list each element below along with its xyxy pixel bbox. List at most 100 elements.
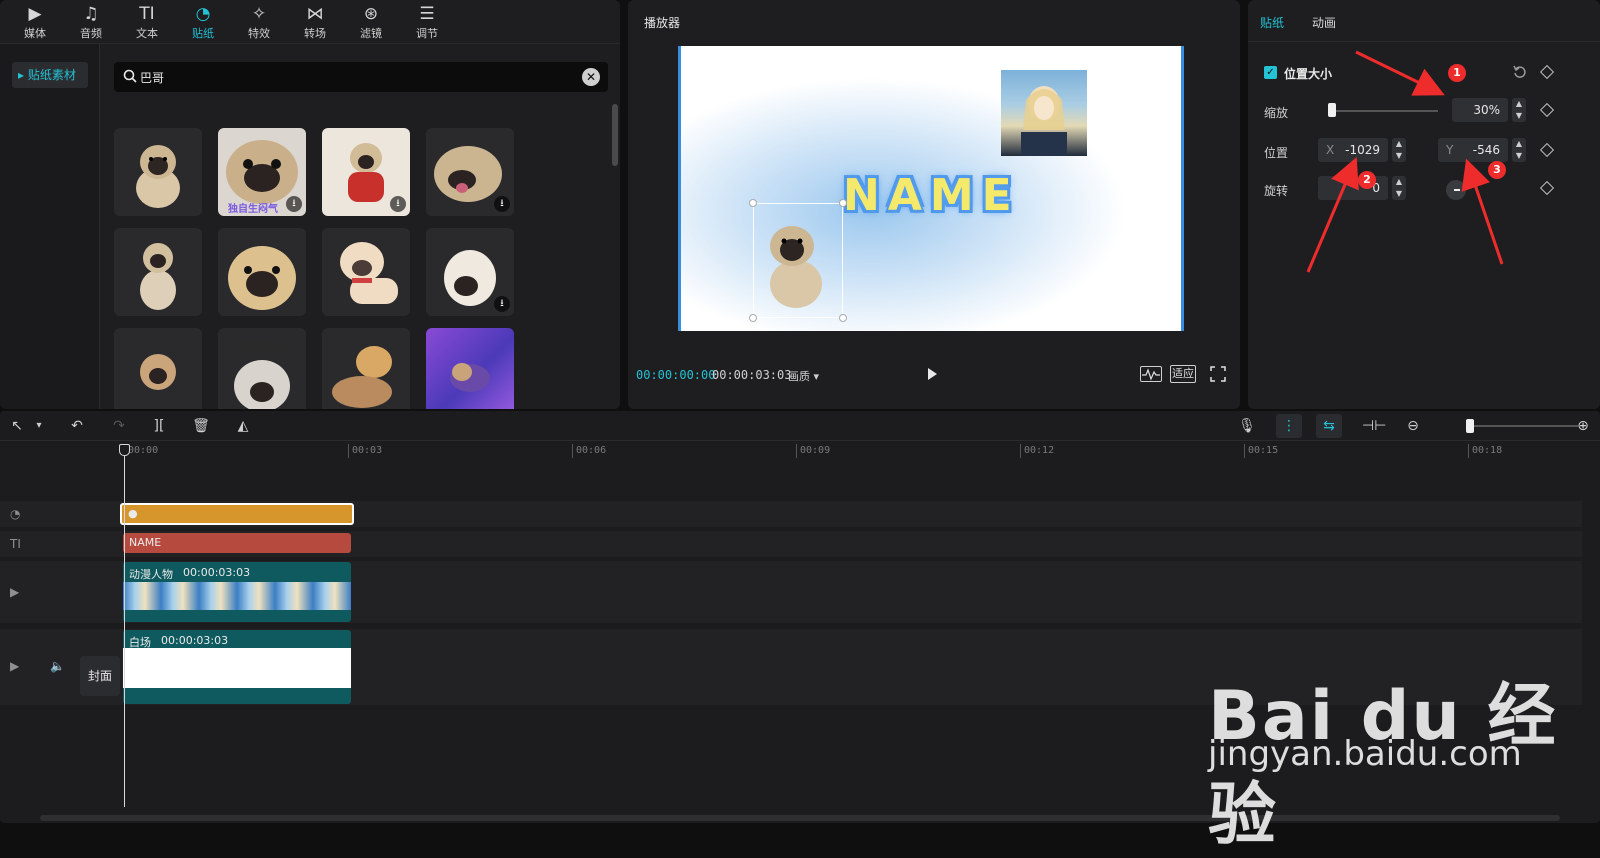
download-icon[interactable]: ⭳ — [494, 296, 510, 312]
filter-icon: ⊛ — [363, 4, 379, 24]
pug-sticker-image — [340, 242, 398, 304]
quality-dropdown[interactable]: 画质 ▾ — [788, 368, 819, 384]
sticker-tile[interactable] — [114, 128, 202, 216]
link-icon: ⇆ — [1323, 418, 1335, 434]
sticker-tile[interactable] — [322, 328, 410, 409]
cover-button[interactable]: 封面 — [80, 656, 120, 696]
ruler-tick: 00:03 — [348, 444, 382, 458]
resize-handle[interactable] — [839, 199, 847, 207]
tab-sticker[interactable]: ◔ 贴纸 — [178, 3, 228, 43]
resize-handle[interactable] — [749, 199, 757, 207]
mirror-icon[interactable]: ◭ — [234, 417, 252, 435]
tab-filter[interactable]: ⊛ 滤镜 — [346, 3, 396, 43]
tab-adjust[interactable]: ☰ 调节 — [402, 3, 452, 43]
sticker-tile[interactable]: ⭳ — [426, 228, 514, 316]
sticker-tile[interactable] — [426, 328, 514, 409]
download-icon[interactable]: ⭳ — [390, 196, 406, 212]
delete-icon[interactable]: 🗑 — [192, 417, 210, 435]
audio-icon: ♫ — [83, 4, 99, 24]
time-ruler[interactable]: 00:00 00:03 00:06 00:09 00:12 00:15 00:1… — [0, 442, 1600, 460]
sticker-clip[interactable]: ● — [120, 503, 354, 525]
search-bar[interactable]: 巴哥 ✕ — [114, 62, 608, 92]
player-title: 播放器 — [644, 16, 681, 30]
zoom-slider[interactable] — [1468, 425, 1578, 427]
sticker-tile[interactable] — [114, 328, 202, 409]
library-panel: ▶ 媒体 ♫ 音频 TI 文本 ◔ 贴纸 ✧ 特效 ⋈ 转场 ⊛ 滤镜 ☰ 调节 ▸ 贴纸素材 … — [0, 0, 620, 409]
sticker-caption: 独自生闷气 — [228, 204, 278, 215]
tab-media[interactable]: ▶ 媒体 — [10, 3, 60, 43]
baidu-watermark-url: jingyan.baidu.com — [1208, 734, 1522, 774]
download-icon[interactable]: ⭳ — [286, 196, 302, 212]
search-input[interactable]: 巴哥 — [140, 69, 164, 86]
annotation-badge: 2 — [1358, 171, 1376, 189]
pug-sticker-image — [136, 145, 180, 208]
video-track-icon: ▶ — [10, 585, 20, 599]
bg-clip-duration: 00:00:03:03 — [161, 634, 229, 647]
sticker-tile[interactable]: ⭳ — [322, 128, 410, 216]
download-icon[interactable]: ⭳ — [494, 196, 510, 212]
waveform-glyph — [1142, 368, 1160, 381]
bg-clip-thumbnail — [123, 648, 351, 688]
resize-handle[interactable] — [749, 314, 757, 322]
pug-sticker-image — [450, 363, 490, 392]
canvas-name-text[interactable]: NAME — [843, 170, 1020, 221]
sidebar-item-sticker-material[interactable]: ▸ 贴纸素材 — [12, 62, 88, 88]
select-tool-icon[interactable]: ↖ — [8, 417, 26, 435]
properties-panel: 贴纸 动画 ✓ 位置大小 缩放 30% ▲ ▼ 位置 X -1029 ▲ ▼ Y -54… — [1248, 0, 1600, 409]
media-icon: ▶ — [28, 4, 42, 24]
fit-button[interactable]: 适应 — [1170, 365, 1196, 383]
resize-handle[interactable] — [839, 314, 847, 322]
category-bar: ▶ 媒体 ♫ 音频 TI 文本 ◔ 贴纸 ✧ 特效 ⋈ 转场 ⊛ 滤镜 ☰ 调节 — [0, 0, 620, 44]
total-timecode: 00:00:03:03 — [712, 368, 792, 382]
video-clip[interactable]: 动漫人物 00:00:03:03 — [123, 562, 351, 622]
selected-sticker[interactable] — [749, 199, 847, 322]
text-clip[interactable]: NAME — [123, 533, 351, 553]
tab-effects[interactable]: ✧ 特效 — [234, 3, 284, 43]
pug-sticker-image — [770, 226, 822, 308]
play-icon[interactable] — [924, 366, 940, 382]
zoom-slider-knob[interactable] — [1466, 419, 1474, 433]
link-toggle[interactable]: ⇆ — [1316, 414, 1342, 438]
text-track-icon: TI — [10, 537, 21, 551]
preview-axis-icon[interactable]: ⊣⊢ — [1362, 417, 1386, 435]
zoom-in-icon[interactable]: ⊕ — [1574, 417, 1592, 435]
bg-clip[interactable]: 白场 00:00:03:03 — [123, 630, 351, 704]
anime-character-image[interactable] — [1001, 70, 1087, 156]
sticker-tile[interactable]: ⭳ — [426, 128, 514, 216]
preview-canvas[interactable]: NAME — [678, 46, 1184, 331]
library-scrollbar[interactable] — [612, 104, 618, 166]
sticker-tile[interactable] — [114, 228, 202, 316]
zoom-out-icon[interactable]: ⊖ — [1404, 417, 1422, 435]
split-icon[interactable]: ][ — [150, 417, 168, 435]
sticker-tile[interactable] — [218, 228, 306, 316]
transition-icon: ⋈ — [306, 4, 324, 24]
redo-icon[interactable]: ↷ — [110, 417, 128, 435]
annotation-arrows — [1306, 50, 1504, 273]
pug-sticker-image — [140, 243, 176, 310]
effects-icon: ✧ — [251, 4, 267, 24]
tab-text[interactable]: TI 文本 — [122, 3, 172, 43]
playhead[interactable] — [124, 447, 125, 807]
undo-icon[interactable]: ↶ — [68, 417, 86, 435]
snap-toggle[interactable]: ⋮ — [1276, 414, 1302, 438]
player-panel: 播放器 NAME 00:00:00:00 00:00:03:03 画质 ▾ 适应 — [628, 0, 1240, 409]
main-track-icon: ▶ — [10, 659, 20, 673]
ruler-tick: 00:18 — [1468, 444, 1502, 458]
chevron-down-icon[interactable]: ▾ — [30, 417, 48, 435]
text-clip-label: NAME — [129, 536, 162, 549]
speaker-icon[interactable]: 🔈 — [50, 659, 65, 673]
sticker-tile[interactable]: 独自生闷气 ⭳ — [218, 128, 306, 216]
pug-sticker-image — [332, 346, 392, 408]
tab-audio[interactable]: ♫ 音频 — [66, 3, 116, 43]
sticker-tile[interactable] — [322, 228, 410, 316]
ruler-tick: 00:12 — [1020, 444, 1054, 458]
microphone-icon[interactable]: 🎙 — [1238, 417, 1256, 435]
clear-icon[interactable]: ✕ — [582, 68, 600, 86]
fullscreen-icon[interactable] — [1210, 366, 1226, 382]
playhead-handle[interactable] — [119, 444, 130, 456]
video-clip-label: 动漫人物 — [129, 568, 173, 581]
adjust-icon: ☰ — [419, 4, 435, 24]
sticker-tile[interactable] — [218, 328, 306, 409]
waveform-icon[interactable] — [1140, 366, 1162, 382]
tab-transition[interactable]: ⋈ 转场 — [290, 3, 340, 43]
